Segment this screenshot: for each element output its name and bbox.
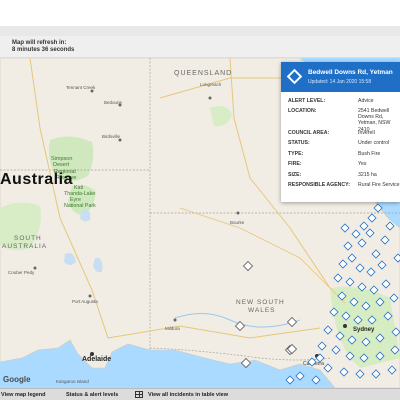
place-port-augusta: Port Augusta [72,299,98,304]
incident-title: Bedwell Downs Rd, Yetman [308,69,393,76]
incident-field-value: Advice [358,98,374,104]
place-birdsville: Birdsville [102,134,121,139]
state-nsw-line1: NEW SOUTH [236,299,285,306]
table-view-button[interactable]: View all incidents in table view [148,392,228,398]
state-sa-line1: SOUTH [14,235,42,242]
refresh-countdown: 8 minutes 36 seconds [12,47,75,53]
refresh-bar: Map will refresh in: 8 minutes 36 second… [0,36,400,58]
incident-field-value: Inverell [358,130,375,136]
incident-field-key: FIRE: [288,161,302,167]
incident-field-key: LOCATION: [288,108,317,114]
place-mildura: Mildura [165,326,180,331]
incident-field-key: STATUS: [288,140,310,146]
state-sa-line2: AUSTRALIA [2,243,47,250]
incident-field-key: TYPE: [288,151,304,157]
status-alert-levels-button[interactable]: Status & alert levels [66,392,118,398]
incident-field-key: RESPONSIBLE AGENCY: [288,182,350,188]
incident-field-key: COUNCIL AREA: [288,130,330,136]
bottom-toolbar: View map legend Status & alert levels Vi… [0,388,400,400]
place-longreach: Longreach [200,82,222,87]
place-dot-sydney [343,324,347,328]
incident-field-key: SIZE: [288,172,302,178]
place-dot [208,96,212,100]
place-bourke: Bourke [230,220,245,225]
place-sydney: Sydney [353,327,375,333]
incident-field-value: Rural Fire Service [358,182,400,188]
incident-updated: Updated: 14 Jan 2020 15:58 [308,79,372,85]
incident-field-key: ALERT LEVEL: [288,98,326,104]
state-nsw-line2: WALES [248,307,276,314]
place-dot [173,318,177,322]
refresh-text: Map will refresh in: 8 minutes 36 second… [12,40,74,54]
state-queensland: QUEENSLAND [174,70,232,77]
place-coober-pedy: Coober Pedy [8,270,35,275]
table-icon [135,391,143,398]
map-legend-button[interactable]: View map legend [1,392,46,398]
incident-field-value: Bush Fire [358,151,381,157]
place-tennant-creek: Tennant Creek [66,85,96,90]
place-kangaroo-island: Kangaroo Island [56,379,89,384]
incident-field-value: Yes [358,161,367,167]
country-label: Australia [0,171,73,188]
incident-field-value: 3215 ha [358,172,377,178]
place-simpson-2: Desert [53,162,70,168]
place-bedourie: Bedourie [104,100,123,105]
refresh-label: Map will refresh in: [12,40,67,46]
incident-popup[interactable]: Bedwell Downs Rd, Yetman Updated: 14 Jan… [281,62,400,202]
incident-field-value: Under control [358,140,390,146]
fire-diamond-icon [286,68,303,85]
incident-popup-header: Bedwell Downs Rd, Yetman Updated: 14 Jan… [281,62,400,92]
place-adelaide: Adelaide [82,356,111,363]
place-kati-4: National Park [64,203,96,209]
place-dot [236,211,240,215]
google-logo: Google [3,375,31,384]
site-header [0,0,400,36]
place-dot [88,294,92,298]
header-strip [0,26,400,36]
